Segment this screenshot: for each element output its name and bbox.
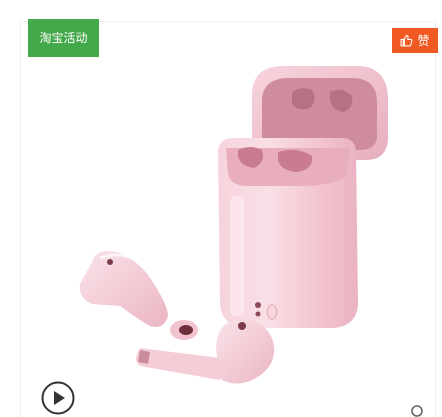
product-gallery: 淘宝活动 赞 [0, 0, 442, 417]
activity-tag: 淘宝活动 [28, 19, 99, 57]
like-button[interactable]: 赞 [392, 28, 438, 53]
play-icon[interactable] [41, 381, 75, 415]
product-image[interactable] [0, 0, 442, 417]
magnifier-icon[interactable] [410, 404, 424, 417]
like-button-label: 赞 [417, 34, 430, 48]
activity-tag-label: 淘宝活动 [39, 31, 88, 45]
thumbs-up-icon [400, 34, 413, 47]
